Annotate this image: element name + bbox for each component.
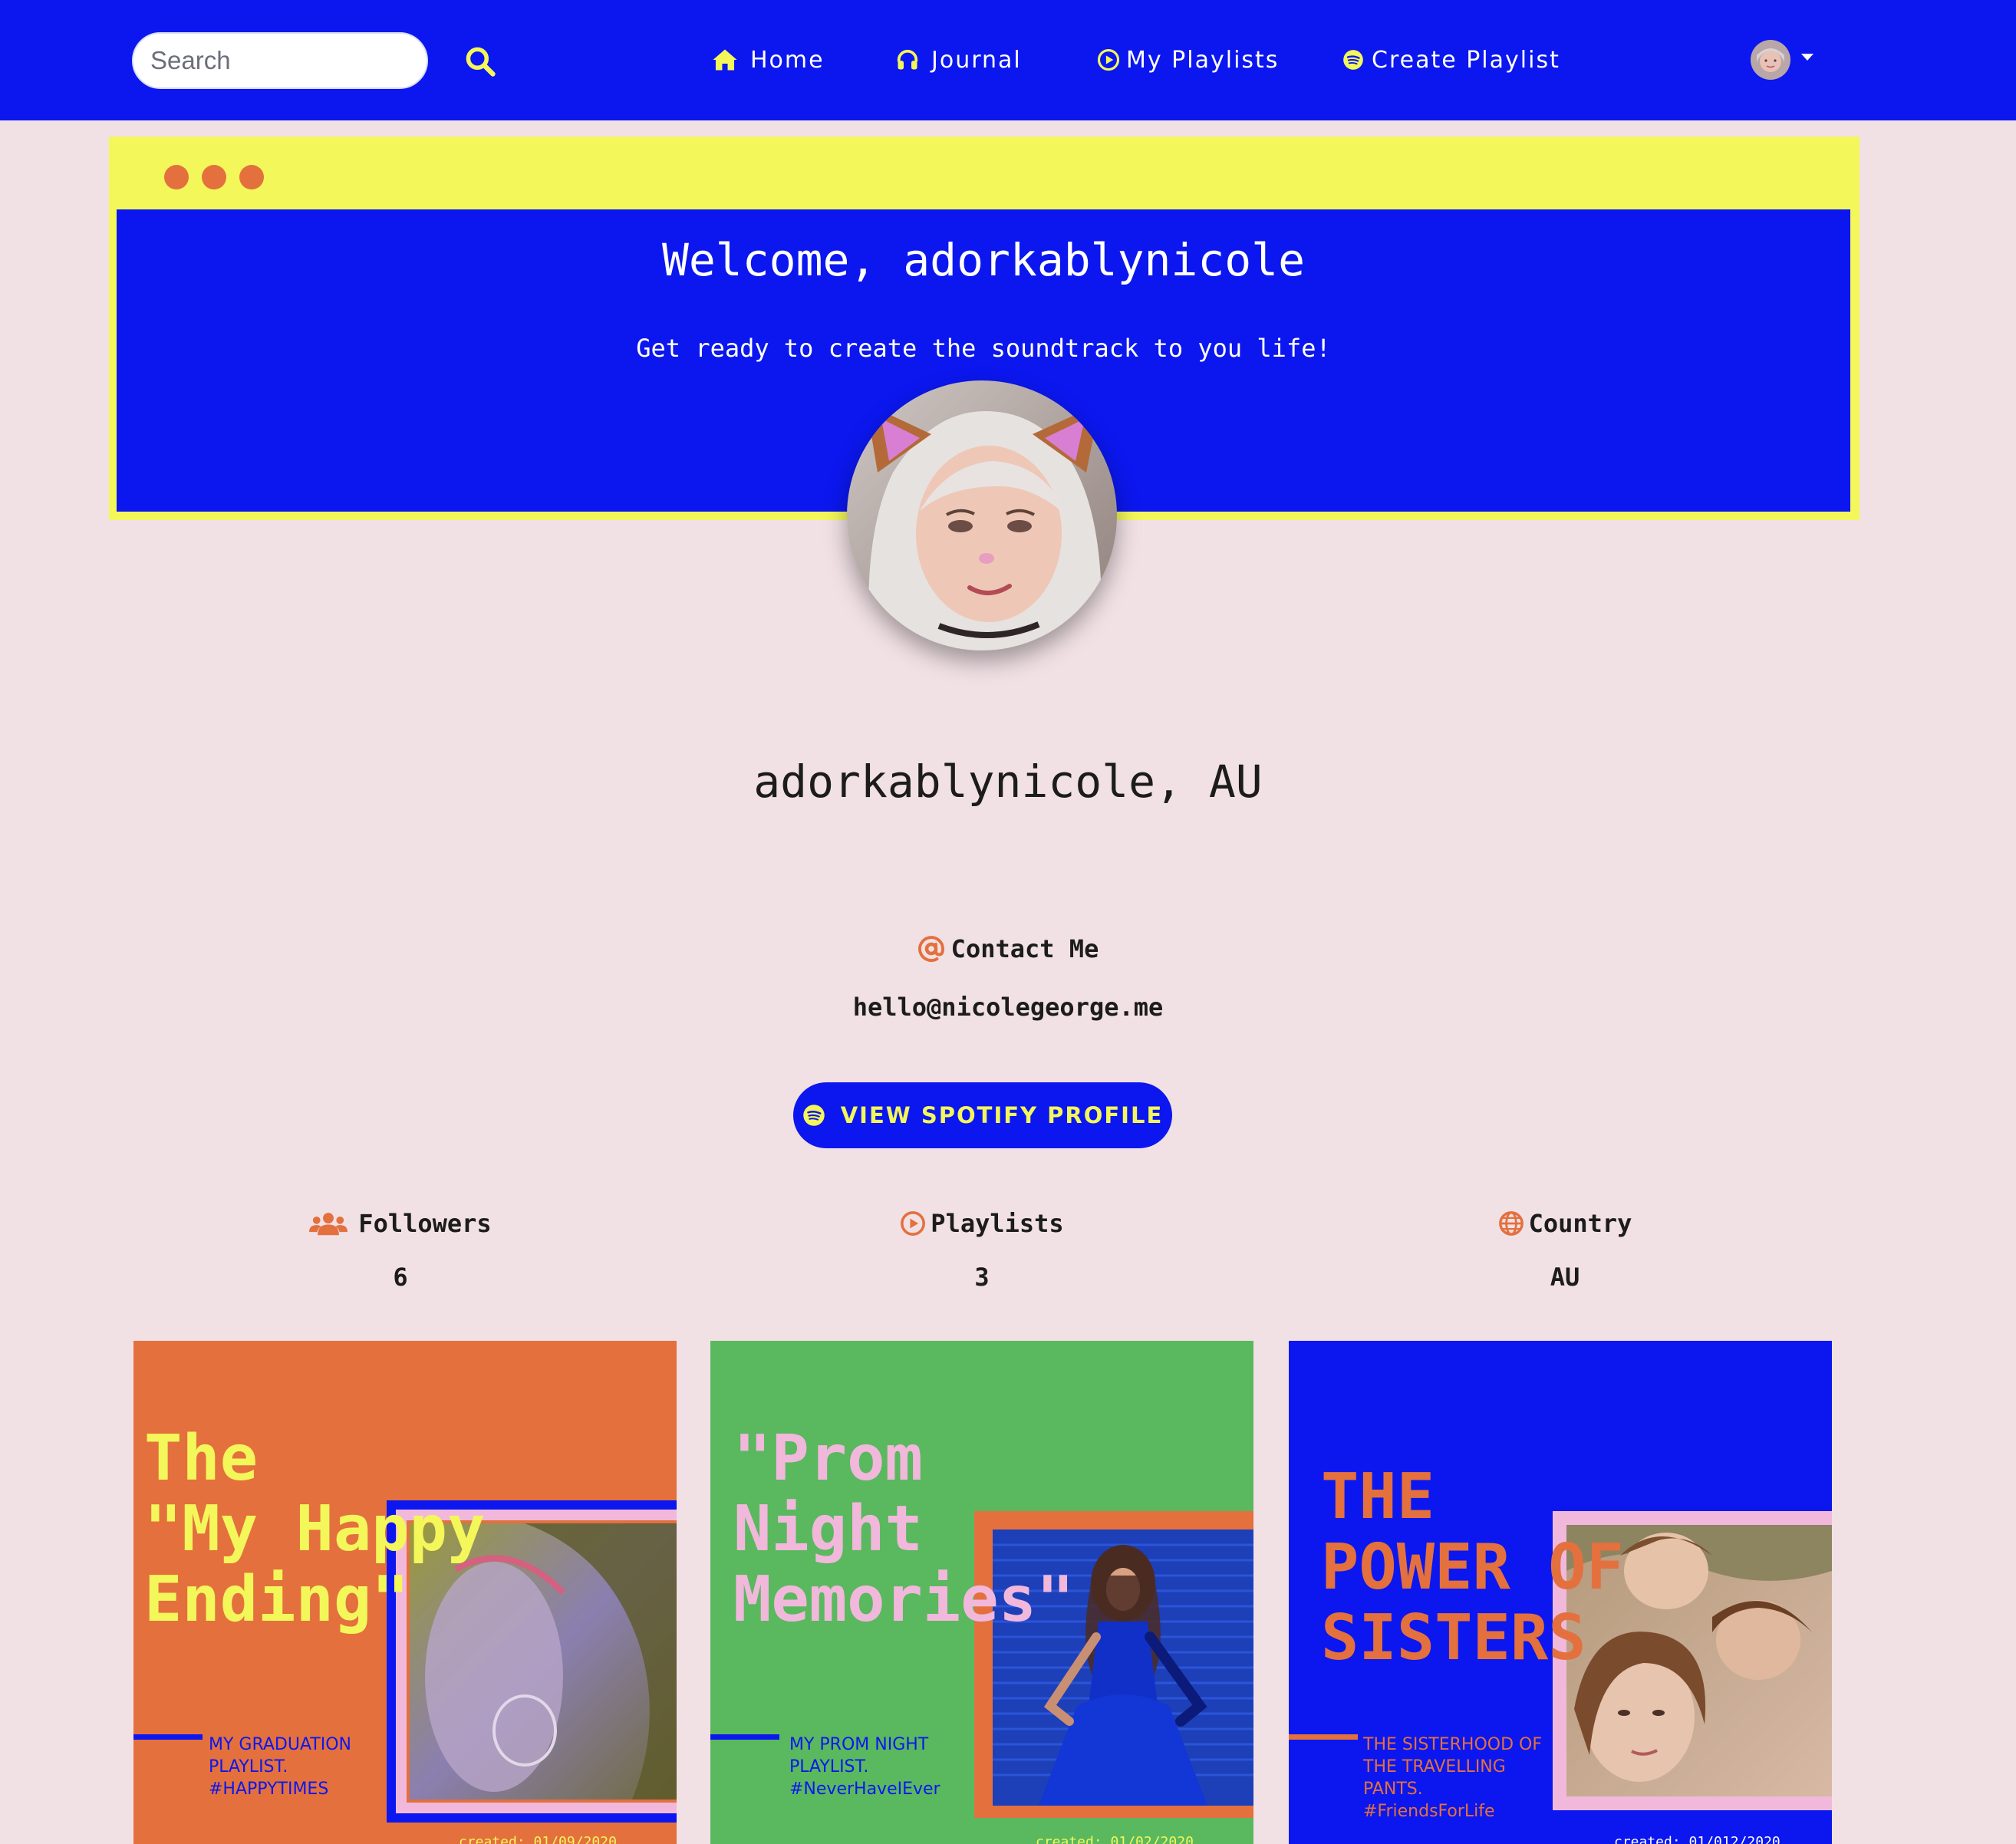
playlist-card[interactable]: "Prom Night Memories" MY PROM NIGHT PLAY… <box>710 1341 1253 1844</box>
window-dot <box>239 165 264 189</box>
contact-heading-label: Contact Me <box>950 934 1099 963</box>
search-icon[interactable] <box>463 44 497 78</box>
card-title: "Prom Night Memories" <box>733 1422 1075 1636</box>
home-icon <box>713 49 737 71</box>
stat-label: Followers <box>358 1209 492 1238</box>
stat-country: Country AU <box>1335 1204 1795 1292</box>
welcome-subtitle: Get ready to create the soundtrack to yo… <box>636 334 1331 363</box>
stat-followers: Followers 6 <box>170 1204 631 1292</box>
welcome-title: Welcome, adorkablynicole <box>661 234 1306 286</box>
stat-playlists: Playlists 3 <box>752 1204 1212 1292</box>
play-circle-icon <box>901 1211 926 1236</box>
avatar-image <box>1751 40 1790 80</box>
card-title: THE POWER OF SISTERS <box>1321 1460 1624 1674</box>
spotify-button-label: VIEW SPOTIFY PROFILE <box>840 1102 1164 1128</box>
card-created-date: created: 01/02/2020 <box>1036 1834 1194 1844</box>
users-icon <box>309 1213 348 1236</box>
contact-heading: Contact Me <box>0 934 2016 963</box>
card-description: MY PROM NIGHT PLAYLIST. #NeverHaveIEver <box>789 1735 940 1799</box>
card-description: THE SISTERHOOD OF THE TRAVELLING PANTS. … <box>1363 1735 1542 1821</box>
spotify-icon <box>802 1105 825 1126</box>
nav-item-label: Journal <box>931 46 1022 74</box>
user-avatar[interactable] <box>1751 40 1790 80</box>
profile-photo <box>847 380 1117 650</box>
card-title: The "My Happy Ending" <box>144 1422 486 1636</box>
card-created-date: created: 01/09/2020 <box>459 1834 617 1844</box>
nav-item-label: My Playlists <box>1126 46 1280 74</box>
contact-email: hello@nicolegeorge.me <box>852 993 1164 1022</box>
window-dot <box>164 165 189 189</box>
stat-label: Playlists <box>931 1209 1064 1238</box>
nav-item-label: Create Playlist <box>1372 46 1560 74</box>
card-accent-line <box>1289 1734 1358 1740</box>
playlist-card[interactable]: THE POWER OF SISTERS THE SISTERHOOD OF T… <box>1289 1341 1832 1844</box>
play-circle-icon <box>1097 48 1120 71</box>
window-dot <box>202 165 226 189</box>
caret-down-icon[interactable] <box>1800 52 1815 63</box>
top-navbar: Home Journal My Playlists Create Playlis… <box>0 0 2016 120</box>
nav-item-journal[interactable]: Journal <box>896 40 1022 80</box>
stat-value: AU <box>1550 1263 1580 1292</box>
playlist-card[interactable]: The "My Happy Ending" MY GRADUATION PLAY… <box>133 1341 677 1844</box>
stat-label: Country <box>1528 1209 1632 1238</box>
profile-image <box>847 380 1117 650</box>
nav-item-home[interactable]: Home <box>712 40 825 80</box>
card-created-date: created: 01/012/2020 <box>1614 1834 1780 1844</box>
nav-item-label: Home <box>750 46 825 74</box>
card-description: MY GRADUATION PLAYLIST. #HAPPYTIMES <box>209 1735 351 1799</box>
nav-item-my-playlists[interactable]: My Playlists <box>1097 40 1279 80</box>
globe-icon <box>1498 1211 1524 1236</box>
at-icon <box>917 936 944 962</box>
nav-item-create-playlist[interactable]: Create Playlist <box>1342 40 1560 80</box>
stat-value: 3 <box>974 1263 990 1292</box>
card-accent-line <box>710 1734 779 1740</box>
spotify-icon <box>1343 50 1363 70</box>
stat-value: 6 <box>393 1263 408 1292</box>
search-input[interactable] <box>132 32 428 89</box>
profile-name: adorkablynicole, AU <box>753 756 1263 808</box>
card-accent-line <box>133 1734 203 1740</box>
view-spotify-profile-button[interactable]: VIEW SPOTIFY PROFILE <box>793 1082 1172 1148</box>
headphones-icon <box>897 49 918 70</box>
